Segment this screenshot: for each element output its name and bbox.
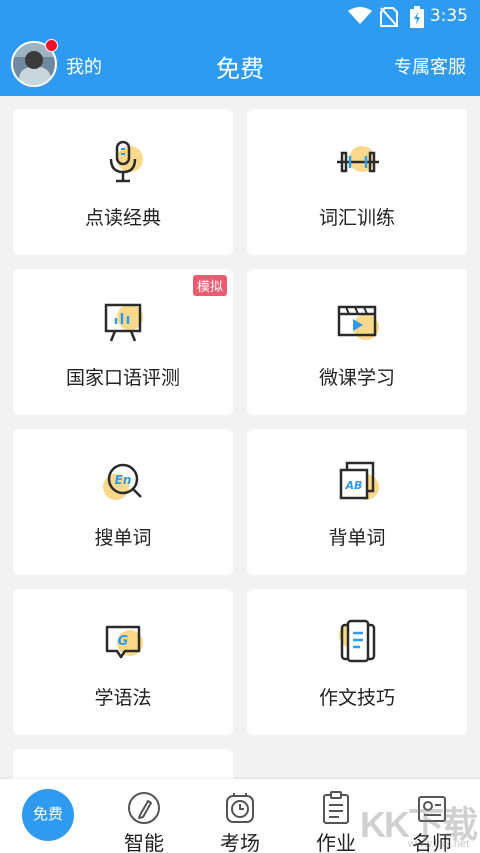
presentation-board-icon: [104, 303, 143, 342]
svg-text:AB: AB: [345, 479, 363, 492]
card-vocab-training[interactable]: 词汇训练: [247, 109, 467, 255]
card-label: 学语法: [94, 688, 152, 709]
wifi-icon: [348, 7, 372, 24]
watermark-url: www.kkx.net: [408, 838, 470, 850]
no-sim-icon: [380, 7, 398, 27]
clipboard-icon: [323, 791, 349, 824]
status-bar: 3:35: [0, 0, 480, 32]
search-en-icon: En: [103, 463, 142, 500]
top-bar: 3:35 我的 免费 专属客服: [0, 0, 480, 96]
card-label: 词汇训练: [318, 208, 395, 229]
clock-icon: [226, 793, 254, 823]
ab-cards-icon: AB: [339, 461, 379, 500]
svg-text:G: G: [118, 634, 129, 649]
video-play-icon: [337, 305, 379, 340]
card-label: 背单词: [328, 528, 386, 549]
card-search-word[interactable]: En 搜单词: [13, 429, 233, 575]
card-label: 作文技巧: [318, 688, 395, 709]
card-partial[interactable]: [13, 749, 233, 779]
card-memorize-word[interactable]: AB 背单词: [247, 429, 467, 575]
card-oral-test[interactable]: 模拟 国家口语评测: [13, 269, 233, 415]
nav-smart[interactable]: 智能: [96, 779, 192, 853]
card-label: 搜单词: [94, 528, 152, 549]
battery-charging-icon: [410, 6, 424, 28]
nav-exam[interactable]: 考场: [192, 779, 288, 853]
nav-label: 考场: [220, 833, 260, 853]
nav-label: 智能: [124, 833, 164, 853]
header: 我的 免费 专属客服: [0, 32, 480, 96]
document-icon: [339, 619, 376, 663]
card-grammar[interactable]: G 学语法: [13, 589, 233, 735]
status-time: 3:35: [429, 6, 468, 26]
simulation-badge: 模拟: [192, 275, 227, 296]
free-tab-bubble[interactable]: 免费: [22, 789, 74, 841]
card-writing-skills[interactable]: 作文技巧: [247, 589, 467, 735]
microphone-icon: [109, 140, 143, 183]
dumbbell-icon: [337, 146, 379, 173]
card-point-read[interactable]: 点读经典: [13, 109, 233, 255]
card-label: 国家口语评测: [65, 368, 180, 389]
nav-free[interactable]: 免费: [0, 779, 96, 853]
customer-service-link[interactable]: 专属客服: [394, 53, 466, 79]
card-label: 点读经典: [84, 208, 161, 229]
grammar-chat-icon: G: [105, 625, 143, 659]
pen-circle-icon: [128, 792, 160, 824]
card-micro-course[interactable]: 微课学习: [247, 269, 467, 415]
svg-text:En: En: [115, 473, 132, 487]
card-label: 微课学习: [318, 368, 395, 389]
